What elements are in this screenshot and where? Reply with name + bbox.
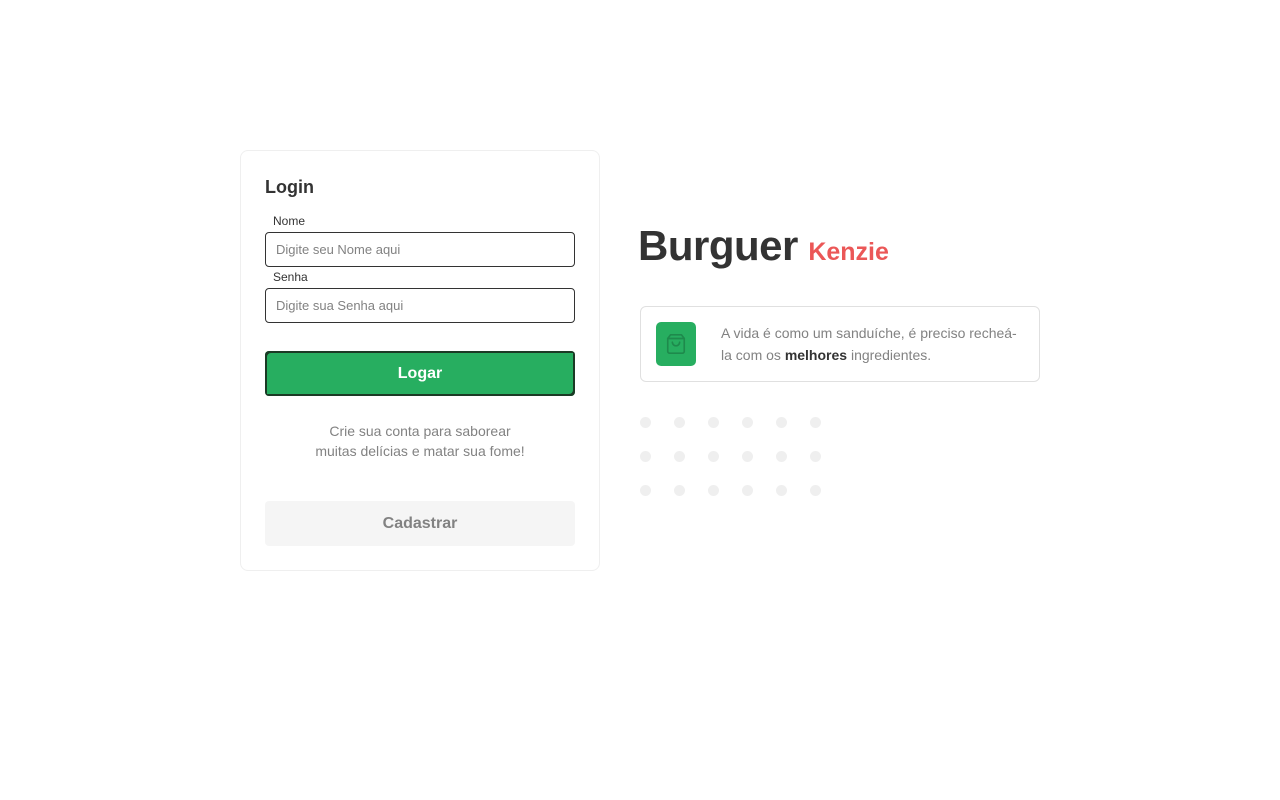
- dot: [776, 451, 787, 462]
- dot: [776, 417, 787, 428]
- password-label: Senha: [273, 270, 308, 284]
- login-button[interactable]: Logar: [265, 351, 575, 396]
- dot: [708, 485, 719, 496]
- dot: [742, 417, 753, 428]
- dot: [640, 485, 651, 496]
- login-title: Login: [265, 177, 314, 197]
- name-label: Nome: [273, 214, 306, 228]
- dot: [674, 451, 685, 462]
- shopping-bag-icon: [656, 322, 696, 366]
- dot: [708, 451, 719, 462]
- dot: [674, 417, 685, 428]
- dot: [674, 485, 685, 496]
- brand-suffix: Kenzie: [808, 238, 889, 266]
- dot: [742, 485, 753, 496]
- info-text-highlight: melhores: [784, 347, 848, 363]
- dot: [742, 451, 753, 462]
- dot: [776, 485, 787, 496]
- dot: [640, 417, 651, 428]
- signup-description: Crie sua conta para saborear muitas delí…: [315, 423, 525, 459]
- name-input[interactable]: [265, 232, 575, 267]
- dot: [810, 451, 821, 462]
- login-card: Login Nome Senha Logar Crie sua conta pa…: [240, 150, 600, 571]
- dot: [810, 485, 821, 496]
- brand-name: Burguer: [638, 222, 798, 269]
- dot: [810, 417, 821, 428]
- password-input[interactable]: [265, 288, 575, 323]
- info-text: A vida é como um sanduíche, é preciso re…: [721, 325, 1017, 363]
- dot: [708, 417, 719, 428]
- dot: [640, 451, 651, 462]
- info-card: A vida é como um sanduíche, é preciso re…: [640, 306, 1040, 382]
- decorative-dots: [640, 417, 821, 496]
- signup-button[interactable]: Cadastrar: [265, 501, 575, 546]
- brand-logo: Burguer Kenzie: [638, 222, 889, 270]
